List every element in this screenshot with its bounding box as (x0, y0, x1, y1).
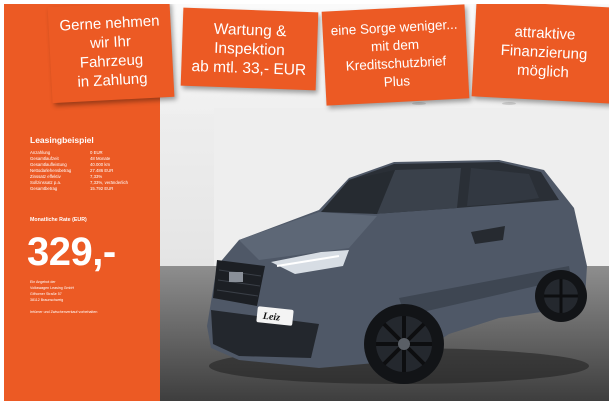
monthly-rate-label: Monatliche Rate (EUR) (30, 217, 87, 223)
ceiling-lamp (502, 102, 516, 105)
banner-financing: attraktive Finanzierung möglich (471, 4, 609, 104)
banner-maintenance: Wartung & Inspektion ab mtl. 33,- EUR (180, 7, 319, 91)
ceiling-lamp (412, 102, 426, 105)
offer-provider: Ein Angebot der Volkswagen Leasing GmbH … (30, 279, 156, 303)
banner-trade-in: Gerne nehmen wir Ihr Fahrzeug in Zahlung (47, 4, 175, 104)
offer-line: 38112 Braunschweig (30, 298, 64, 302)
disclaimer-note: Irrtümer und Zwischenverkauf vorbehalten (30, 310, 98, 314)
ad-frame: Leiz Leasingbeispiel Anzahlung 0 EUR Gesa… (4, 4, 609, 401)
car-image: Leiz (207, 160, 589, 384)
spec-row: Gesamtbetrag 15.792 EUR (30, 186, 114, 191)
brand-emblem-icon (229, 272, 243, 282)
banner-credit-protection: eine Sorge weniger... mit dem Kreditschu… (321, 4, 470, 106)
leasing-title: Leasingbeispiel (30, 135, 94, 145)
leasing-specs: Anzahlung 0 EUR Gesamtlaufzeit 48 Monate G… (30, 150, 156, 192)
plate-text: Leiz (261, 311, 280, 324)
monthly-price: 329,- (27, 230, 116, 274)
